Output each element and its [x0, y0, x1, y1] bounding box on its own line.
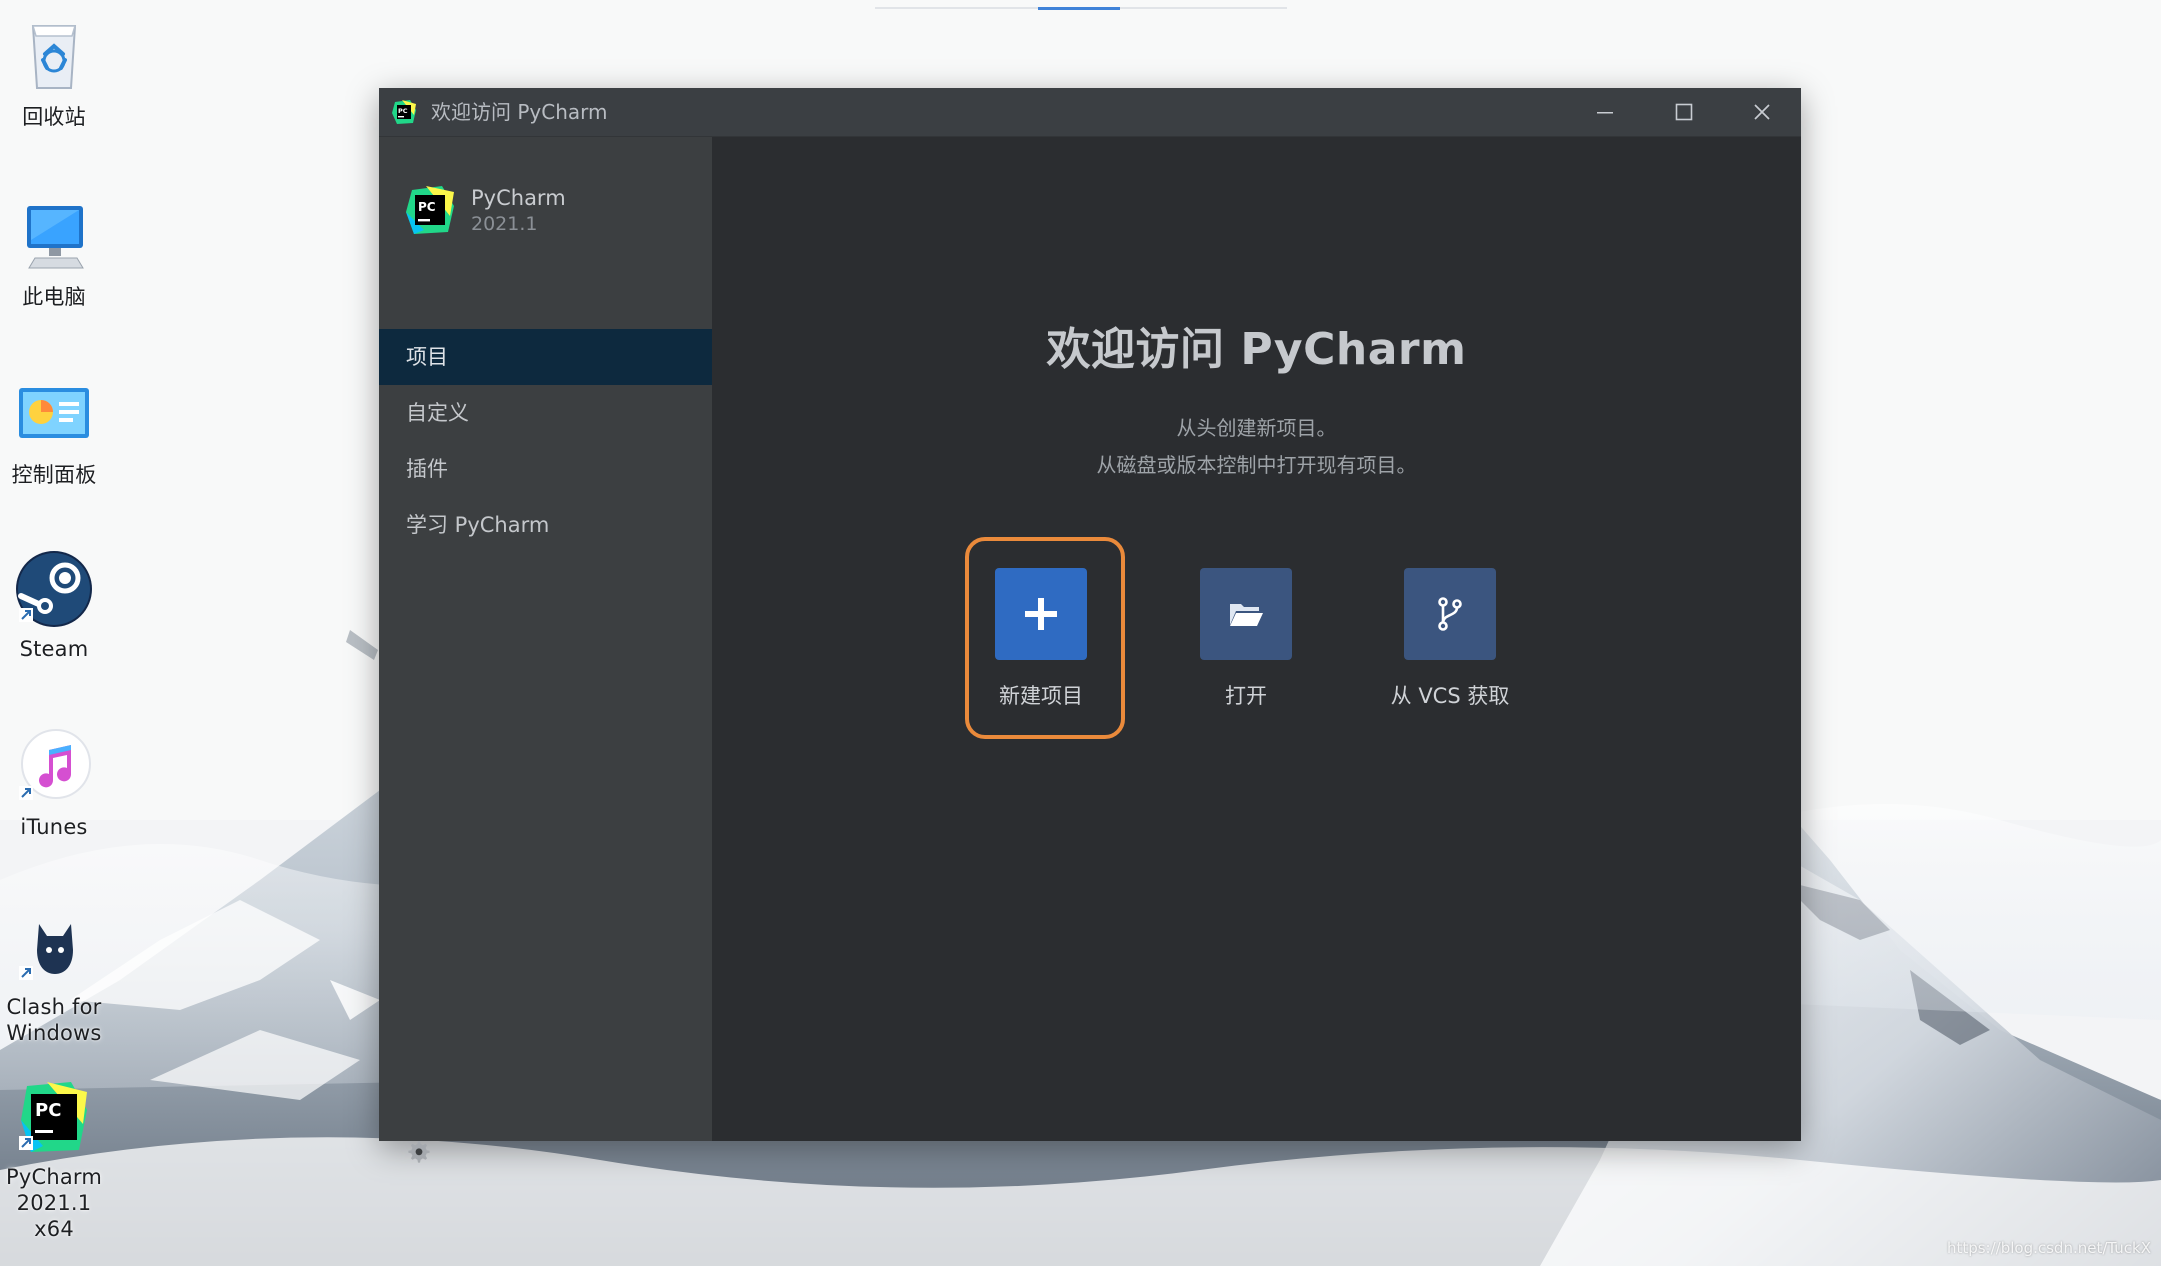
product-name: PyCharm	[471, 186, 566, 210]
new-project-button[interactable]: 新建项目	[963, 568, 1119, 710]
vcs-branch-icon	[1438, 597, 1462, 631]
open-project-label: 打开	[1225, 684, 1267, 708]
desktop-icon-label: 控制面板	[11, 463, 97, 487]
desktop-icon-steam[interactable]: Steam	[0, 548, 108, 662]
itunes-icon	[19, 729, 91, 800]
pycharm-logo-icon: PC	[406, 186, 454, 234]
plus-icon	[1025, 598, 1057, 630]
desktop-icon-clash[interactable]: Clash for Windows	[0, 906, 108, 1046]
close-icon	[1754, 104, 1770, 120]
open-project-tile[interactable]	[1200, 568, 1292, 660]
minimize-icon	[1597, 112, 1613, 114]
get-from-vcs-tile[interactable]	[1404, 568, 1496, 660]
svg-text:PC: PC	[35, 1100, 61, 1121]
close-button[interactable]	[1723, 88, 1801, 136]
open-project-button[interactable]: 打开	[1168, 568, 1324, 710]
desktop-icon-label: 回收站	[22, 105, 86, 129]
window-title: 欢迎访问 PyCharm	[431, 100, 608, 124]
clash-icon	[19, 924, 73, 980]
desktop-icon-itunes[interactable]: iTunes	[0, 726, 108, 840]
maximize-button[interactable]	[1645, 88, 1723, 136]
steam-icon	[16, 551, 92, 627]
get-from-vcs-button[interactable]: 从 VCS 获取	[1372, 568, 1528, 710]
sidebar-item-customize[interactable]: 自定义	[379, 385, 712, 441]
desktop-icon-pycharm[interactable]: PC PyCharm 2021.1 x64	[0, 1076, 108, 1242]
title-bar[interactable]: PC 欢迎访问 PyCharm	[379, 88, 1801, 137]
folder-open-icon	[1230, 604, 1263, 626]
sidebar-item-learn[interactable]: 学习 PyCharm	[379, 497, 712, 553]
desktop-icon-this-pc[interactable]: 此电脑	[0, 196, 108, 310]
new-project-tile[interactable]	[995, 568, 1087, 660]
new-project-label: 新建项目	[999, 684, 1083, 708]
progress-segment	[1038, 7, 1120, 10]
desktop-icon-recycle-bin[interactable]: 回收站	[0, 16, 108, 130]
desktop-icon-label: iTunes	[20, 815, 88, 839]
maximize-icon	[1675, 103, 1693, 121]
pycharm-welcome-window: PC 欢迎访问 PyCharm PC PyCharm 2021.1 项目 自定义…	[379, 88, 1801, 1163]
desktop-icon-label: Steam	[19, 637, 89, 661]
browser-progress-line	[875, 7, 1287, 10]
csdn-watermark: https://blog.csdn.net/TuckX	[1946, 1239, 2151, 1257]
computer-icon	[27, 206, 84, 269]
minimize-button[interactable]	[1566, 88, 1644, 136]
desktop-icon-label: PyCharm 2021.1 x64	[5, 1165, 103, 1241]
recycle-bin-icon	[31, 25, 77, 89]
welcome-main-panel: 欢迎访问 PyCharm 从头创建新项目。 从磁盘或版本控制中打开现有项目。 新…	[712, 137, 1801, 1141]
desktop-icon-label: Clash for Windows	[6, 995, 102, 1045]
svg-text:PC: PC	[418, 200, 436, 214]
pycharm-app-icon: PC	[392, 100, 416, 124]
project-actions: 新建项目 打开 从 VCS 获取	[712, 137, 1801, 1141]
sidebar-item-plugins[interactable]: 插件	[379, 441, 712, 497]
desktop-icons: 回收站 此电脑 控制面板 Steam iTunes Clash for Wind…	[0, 0, 110, 1266]
product-brand: PC PyCharm 2021.1	[404, 184, 704, 244]
svg-text:PC: PC	[398, 107, 408, 115]
welcome-sidebar: PC PyCharm 2021.1 项目 自定义 插件 学习 PyCharm	[379, 137, 712, 1163]
sidebar-nav: 项目 自定义 插件 学习 PyCharm	[379, 329, 712, 553]
gear-icon[interactable]	[407, 1140, 431, 1164]
get-from-vcs-label: 从 VCS 获取	[1390, 684, 1510, 708]
desktop-icon-control-panel[interactable]: 控制面板	[0, 374, 108, 488]
pycharm-icon: PC	[19, 1082, 87, 1152]
control-panel-icon	[19, 388, 89, 438]
product-version: 2021.1	[471, 213, 538, 235]
desktop-icon-label: 此电脑	[22, 285, 86, 309]
sidebar-item-projects[interactable]: 项目	[379, 329, 712, 385]
